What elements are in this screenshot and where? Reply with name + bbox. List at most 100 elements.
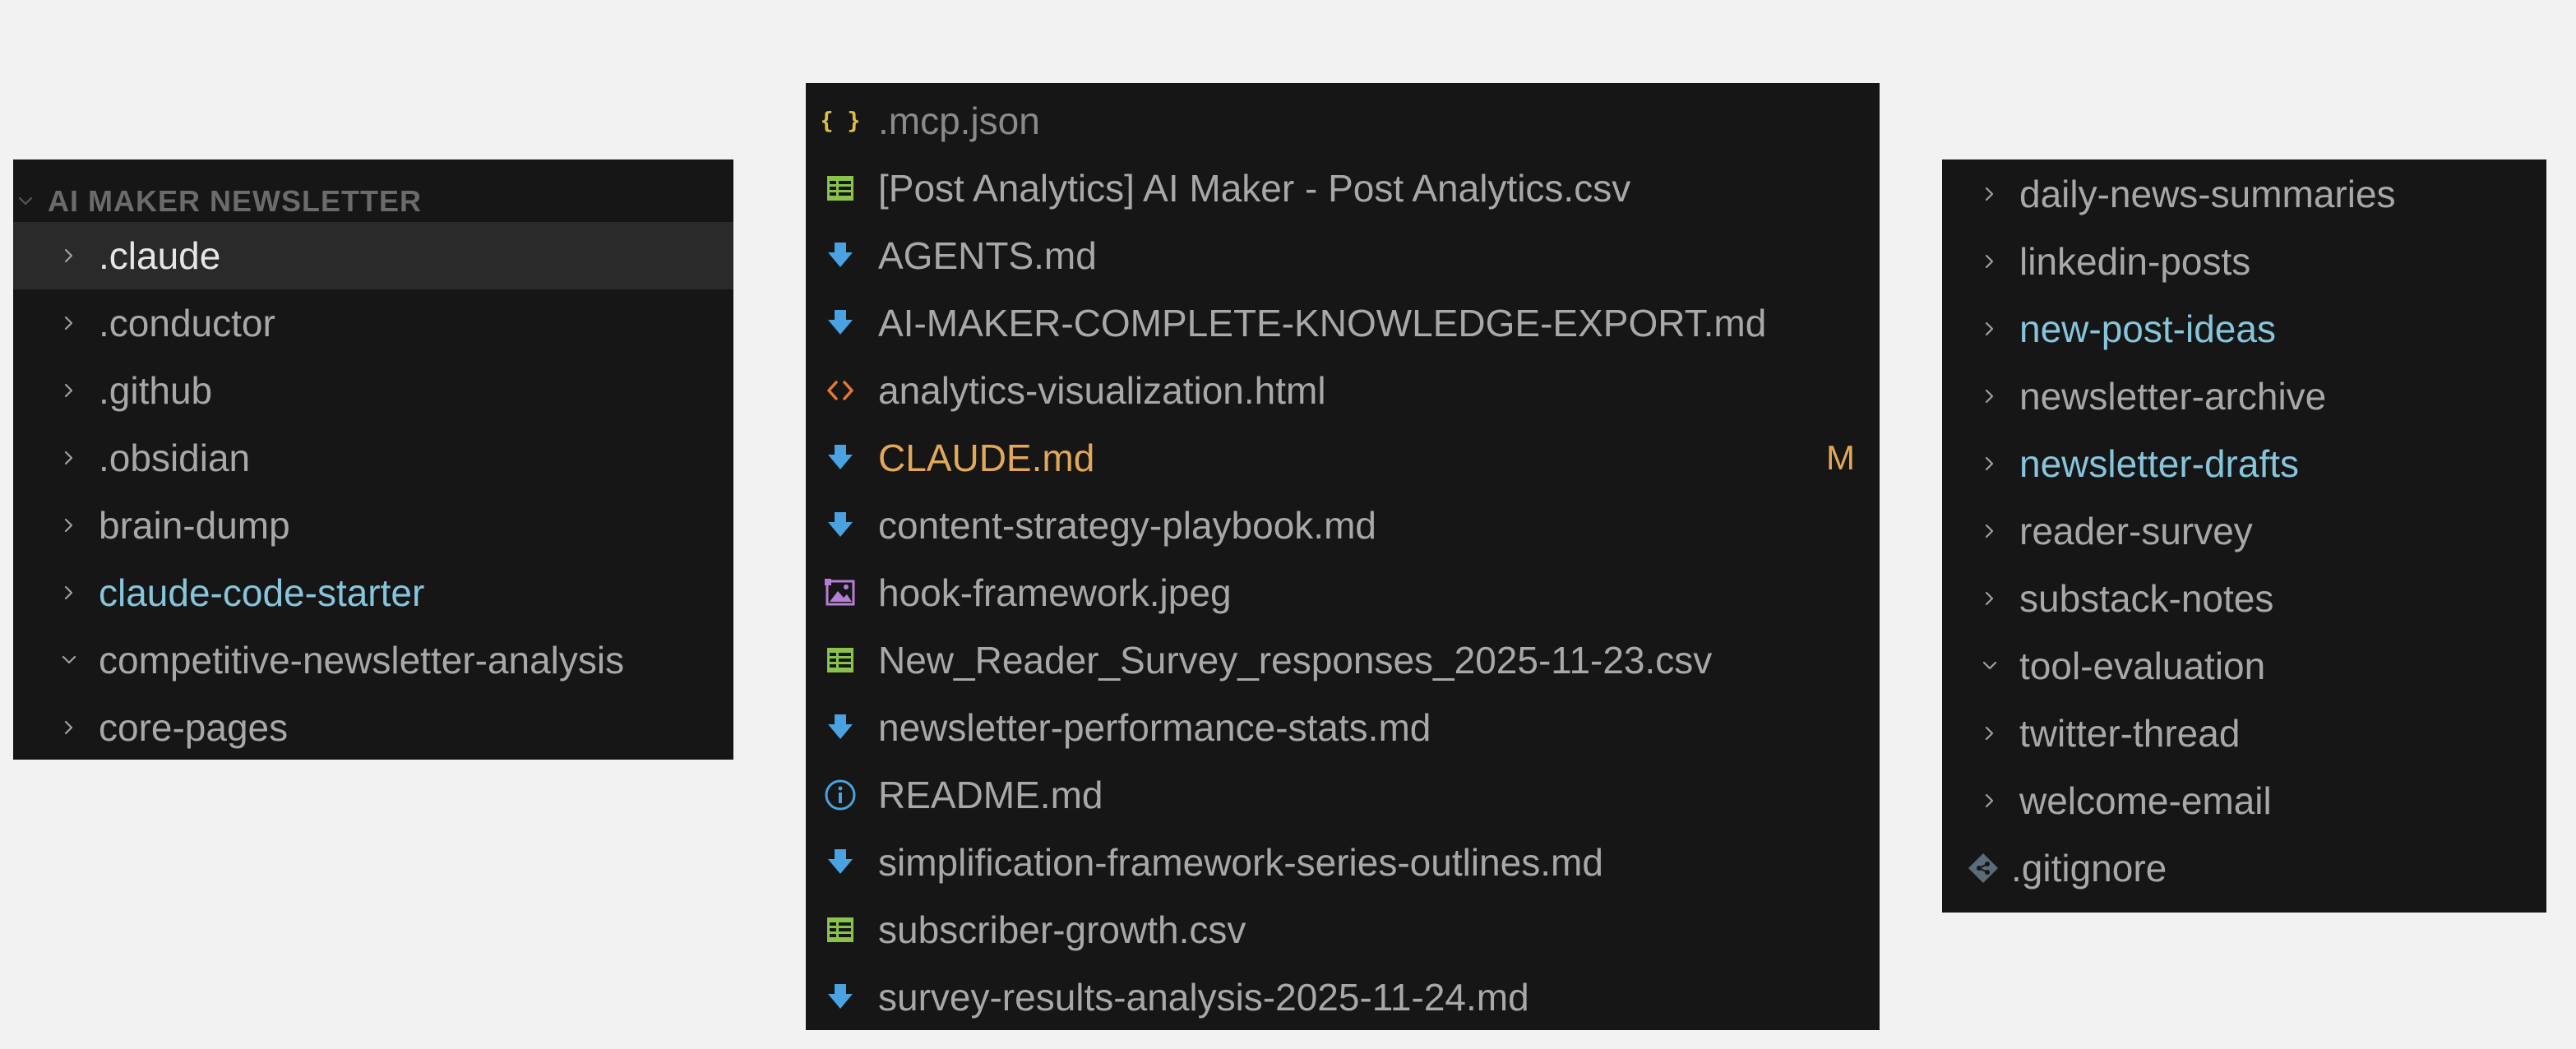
chevron-right-icon: [1975, 522, 2005, 540]
folder-item-core-pages[interactable]: core-pages: [13, 694, 733, 761]
folder-item-newsletter-drafts[interactable]: newsletter-drafts: [1942, 430, 2546, 497]
file-label: AGENTS.md: [878, 234, 1097, 277]
folder-item-conductor[interactable]: .conductor: [13, 289, 733, 357]
folder-label: welcome-email: [2019, 779, 2272, 822]
chevron-down-icon: [1975, 657, 2005, 675]
file-item-agents-md[interactable]: AGENTS.md: [806, 222, 1880, 289]
markdown-arrow-icon: [822, 238, 858, 274]
folder-label: tool-evaluation: [2019, 645, 2266, 687]
folder-label: competitive-newsletter-analysis: [99, 639, 625, 682]
folder-item-new-post-ideas[interactable]: new-post-ideas: [1942, 295, 2546, 363]
folder-label: substack-notes: [2019, 577, 2274, 620]
markdown-arrow-icon: [822, 979, 858, 1015]
folder-item-claude[interactable]: .claude: [13, 222, 733, 289]
folder-label: brain-dump: [99, 504, 290, 547]
chevron-right-icon: [54, 584, 84, 602]
chevron-right-icon: [54, 516, 84, 534]
gitignore-icon: [1965, 850, 2001, 886]
folder-item-newsletter-archive[interactable]: newsletter-archive: [1942, 363, 2546, 430]
csv-table-icon: [822, 170, 858, 206]
markdown-arrow-icon: [822, 844, 858, 880]
folder-label: reader-survey: [2019, 510, 2253, 552]
workspace-title: AI MAKER NEWSLETTER: [48, 184, 422, 218]
file-label: .mcp.json: [878, 99, 1040, 142]
file-item-content-strategy-playbook-md[interactable]: content-strategy-playbook.md: [806, 492, 1880, 559]
file-label: AI-MAKER-COMPLETE-KNOWLEDGE-EXPORT.md: [878, 302, 1767, 344]
chevron-right-icon: [1975, 252, 2005, 270]
folder-label: new-post-ideas: [2019, 307, 2276, 350]
file-item-ai-maker-complete-knowledge-export-md[interactable]: AI-MAKER-COMPLETE-KNOWLEDGE-EXPORT.md: [806, 289, 1880, 357]
file-item-hook-framework-jpeg[interactable]: hook-framework.jpeg: [806, 559, 1880, 626]
folder-item-github[interactable]: .github: [13, 357, 733, 424]
file-item-analytics-visualization-html[interactable]: analytics-visualization.html: [806, 357, 1880, 424]
file-label: [Post Analytics] AI Maker - Post Analyti…: [878, 167, 1631, 210]
folder-item-obsidian[interactable]: .obsidian: [13, 424, 733, 492]
markdown-arrow-icon: [822, 709, 858, 746]
chevron-right-icon: [1975, 387, 2005, 405]
folder-label: .obsidian: [99, 437, 251, 479]
file-item-mcp-json[interactable]: { } .mcp.json: [806, 87, 1880, 155]
markdown-arrow-icon: [822, 507, 858, 543]
chevron-right-icon: [54, 449, 84, 467]
file-item-newsletter-performance-stats-md[interactable]: newsletter-performance-stats.md: [806, 694, 1880, 761]
folder-label: .claude: [99, 234, 221, 277]
explorer-panel-left: AI MAKER NEWSLETTER .claude .conductor .git…: [13, 159, 733, 760]
chevron-right-icon: [1975, 589, 2005, 608]
folder-item-daily-news-summaries[interactable]: daily-news-summaries: [1942, 160, 2546, 228]
json-braces-icon: { }: [822, 103, 858, 139]
folder-label: daily-news-summaries: [2019, 173, 2396, 215]
file-item-claude-md[interactable]: CLAUDE.md M: [806, 424, 1880, 492]
folder-item-reader-survey[interactable]: reader-survey: [1942, 497, 2546, 565]
folder-label: linkedin-posts: [2019, 240, 2251, 283]
csv-table-icon: [822, 912, 858, 948]
folder-label: claude-code-starter: [99, 571, 425, 614]
folder-item-substack-notes[interactable]: substack-notes: [1942, 565, 2546, 632]
svg-text:{ }: { }: [822, 107, 858, 134]
git-modified-badge: M: [1826, 438, 1855, 477]
file-item-simplification-framework-series-outlines-md[interactable]: simplification-framework-series-outlines…: [806, 829, 1880, 896]
file-label: simplification-framework-series-outlines…: [878, 841, 1603, 884]
folder-item-linkedin-posts[interactable]: linkedin-posts: [1942, 228, 2546, 295]
chevron-right-icon: [1975, 320, 2005, 338]
html-code-icon: [822, 372, 858, 409]
file-label: README.md: [878, 774, 1103, 816]
folder-item-twitter-thread[interactable]: twitter-thread: [1942, 700, 2546, 767]
chevron-right-icon: [54, 381, 84, 400]
file-item-new-reader-survey-responses-2025-11-23-csv[interactable]: New_Reader_Survey_responses_2025-11-23.c…: [806, 626, 1880, 694]
folder-label: newsletter-archive: [2019, 375, 2327, 418]
folder-label: newsletter-drafts: [2019, 442, 2300, 485]
file-item-readme-md[interactable]: README.md: [806, 761, 1880, 829]
image-icon: [822, 575, 858, 611]
file-label: newsletter-performance-stats.md: [878, 706, 1431, 749]
chevron-right-icon: [1975, 724, 2005, 742]
folder-item-claude-code-starter[interactable]: claude-code-starter: [13, 559, 733, 626]
chevron-right-icon: [54, 247, 84, 265]
markdown-arrow-icon: [822, 305, 858, 341]
folder-item-tool-evaluation[interactable]: tool-evaluation: [1942, 632, 2546, 700]
file-label: content-strategy-playbook.md: [878, 504, 1376, 547]
folder-item-welcome-email[interactable]: welcome-email: [1942, 767, 2546, 834]
chevron-down-icon: [13, 192, 38, 210]
file-item-post-analytics-ai-maker-post-analytics-csv[interactable]: [Post Analytics] AI Maker - Post Analyti…: [806, 155, 1880, 222]
chevron-down-icon: [54, 651, 84, 669]
folder-item-brain-dump[interactable]: brain-dump: [13, 492, 733, 559]
file-label: .gitignore: [2011, 847, 2167, 890]
folder-label: .github: [99, 369, 213, 412]
file-label: survey-results-analysis-2025-11-24.md: [878, 976, 1529, 1019]
chevron-right-icon: [1975, 185, 2005, 203]
file-item-subscriber-growth-csv[interactable]: subscriber-growth.csv: [806, 896, 1880, 964]
file-label: hook-framework.jpeg: [878, 571, 1232, 614]
explorer-panel-right: daily-news-summaries linkedin-posts new-po…: [1942, 159, 2546, 913]
file-label: New_Reader_Survey_responses_2025-11-23.c…: [878, 639, 1713, 682]
file-item-gitignore[interactable]: .gitignore: [1942, 834, 2546, 902]
chevron-right-icon: [54, 719, 84, 737]
explorer-panel-middle: { } .mcp.json [Post Analytics] AI Maker - …: [806, 83, 1880, 1030]
chevron-right-icon: [54, 314, 84, 332]
file-label: subscriber-growth.csv: [878, 908, 1246, 951]
file-label: CLAUDE.md: [878, 437, 1095, 479]
file-item-survey-results-analysis-2025-11-24-md[interactable]: survey-results-analysis-2025-11-24.md: [806, 964, 1880, 1031]
markdown-arrow-icon: [822, 440, 858, 476]
folder-label: core-pages: [99, 706, 289, 749]
csv-table-icon: [822, 642, 858, 678]
folder-item-competitive-newsletter-analysis[interactable]: competitive-newsletter-analysis: [13, 626, 733, 694]
